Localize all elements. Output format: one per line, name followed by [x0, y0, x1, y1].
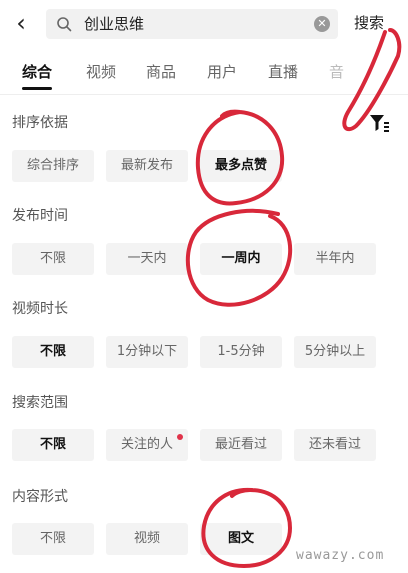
chip-scope-not-viewed[interactable]: 还未看过: [294, 429, 376, 461]
category-tabs: 综合 视频 商品 用户 直播 音: [0, 50, 408, 132]
chip-scope-recently-viewed[interactable]: 最近看过: [200, 429, 282, 461]
clear-icon[interactable]: ✕: [314, 16, 330, 32]
chip-duration-any[interactable]: 不限: [12, 336, 94, 368]
section-title-search-scope: 搜索范围: [12, 395, 68, 411]
search-button[interactable]: 搜索: [354, 8, 384, 38]
chip-time-one-week[interactable]: 一周内: [200, 243, 282, 275]
chip-time-any[interactable]: 不限: [12, 243, 94, 275]
back-arrow-icon[interactable]: ‹: [8, 8, 34, 38]
chip-duration-over-5min[interactable]: 5分钟以上: [294, 336, 376, 368]
section-title-sort: 排序依据: [12, 115, 68, 131]
section-title-publish-time: 发布时间: [12, 208, 68, 224]
chip-content-image-text[interactable]: 图文: [200, 523, 282, 555]
filter-icon[interactable]: [368, 112, 390, 134]
search-box[interactable]: 创业思维 ✕: [46, 9, 338, 39]
chip-sort-comprehensive[interactable]: 综合排序: [12, 150, 94, 182]
chip-sort-most-liked[interactable]: 最多点赞: [200, 150, 282, 182]
chip-duration-1-5min[interactable]: 1-5分钟: [200, 336, 282, 368]
tab-users[interactable]: 用户: [207, 50, 237, 94]
chip-duration-under-1min[interactable]: 1分钟以下: [106, 336, 188, 368]
search-icon: [57, 17, 72, 32]
watermark-text: wawazy.com: [296, 548, 385, 563]
chip-time-half-year[interactable]: 半年内: [294, 243, 376, 275]
tab-products[interactable]: 商品: [146, 50, 176, 94]
chip-scope-any[interactable]: 不限: [12, 429, 94, 461]
search-query-text[interactable]: 创业思维: [84, 9, 144, 39]
section-title-content-type: 内容形式: [12, 489, 68, 505]
chip-scope-following[interactable]: 关注的人: [106, 429, 188, 461]
tab-video[interactable]: 视频: [86, 50, 116, 94]
chip-content-video[interactable]: 视频: [106, 523, 188, 555]
chip-sort-newest[interactable]: 最新发布: [106, 150, 188, 182]
tab-music[interactable]: 音: [329, 50, 344, 94]
new-indicator-dot: [177, 434, 183, 440]
chip-time-one-day[interactable]: 一天内: [106, 243, 188, 275]
section-title-duration: 视频时长: [12, 301, 68, 317]
top-bar: ‹ 创业思维 ✕ 搜索: [0, 0, 408, 48]
tab-live[interactable]: 直播: [268, 50, 298, 94]
active-tab-indicator: [22, 87, 52, 90]
chip-content-any[interactable]: 不限: [12, 523, 94, 555]
